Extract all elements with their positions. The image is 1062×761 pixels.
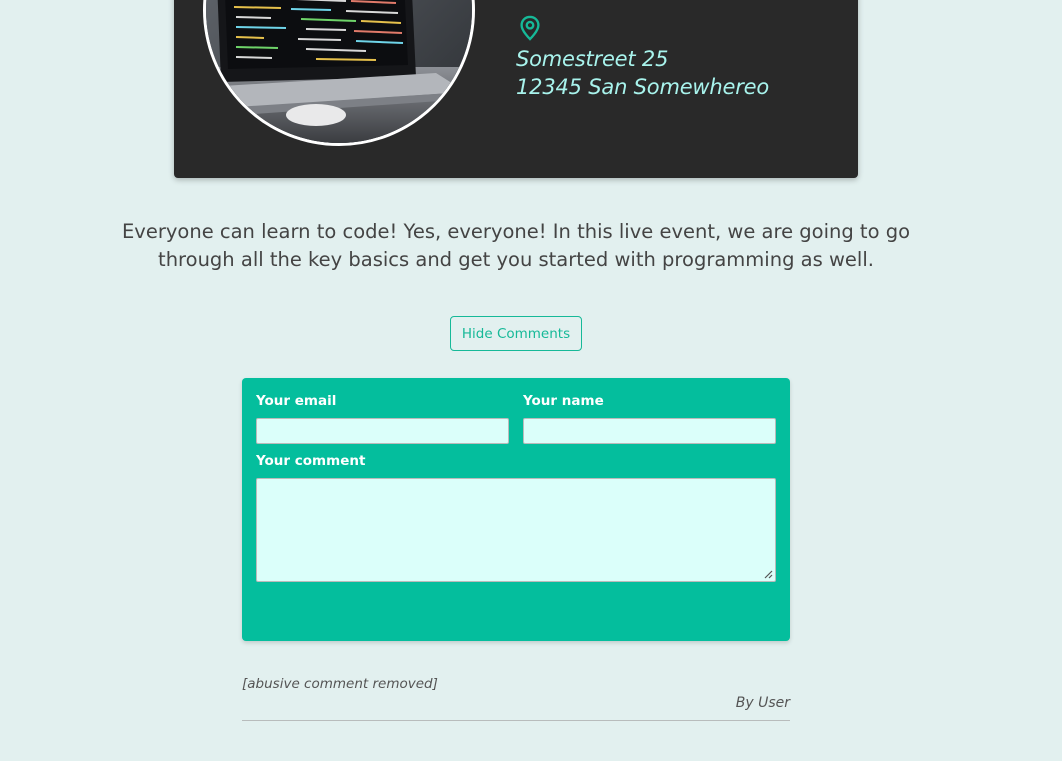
name-field[interactable] xyxy=(523,418,776,444)
address-city: 12345 San Somewhereo xyxy=(516,75,770,99)
comment-text: [abusive comment removed] xyxy=(242,676,438,692)
resize-grip-icon[interactable] xyxy=(763,569,773,579)
comment-author: By User xyxy=(735,695,790,711)
event-card: Somestreet 25 12345 San Somewhereo xyxy=(174,0,858,178)
map-pin-icon xyxy=(520,15,540,41)
laptop-photo xyxy=(206,0,472,143)
event-image xyxy=(203,0,475,146)
email-field[interactable] xyxy=(256,418,509,444)
event-description: Everyone can learn to code! Yes, everyon… xyxy=(121,220,911,271)
address-street: Somestreet 25 xyxy=(516,47,669,71)
comment-label: Your comment xyxy=(256,453,366,469)
comment-form: Your email Your name Your comment xyxy=(242,378,790,641)
comment-item: [abusive comment removed] By User xyxy=(242,672,790,721)
hide-comments-button[interactable]: Hide Comments xyxy=(450,316,582,351)
name-label: Your name xyxy=(523,393,604,409)
email-label: Your email xyxy=(256,393,337,409)
comment-textarea[interactable] xyxy=(256,478,776,582)
comment-textarea-wrap xyxy=(256,478,776,582)
